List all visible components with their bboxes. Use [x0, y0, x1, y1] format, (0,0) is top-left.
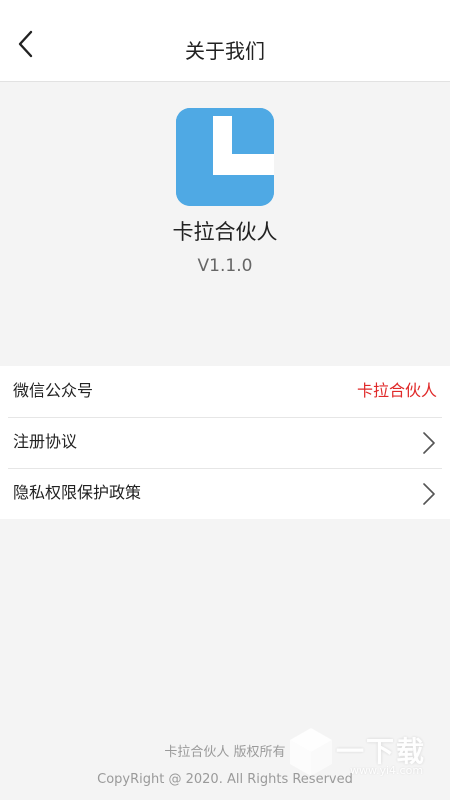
app-version: V1.1.0	[197, 256, 253, 276]
row-label: 隐私权限保护政策	[13, 483, 142, 502]
registration-agreement-row[interactable]: 注册协议	[0, 417, 450, 468]
row-label: 注册协议	[13, 432, 78, 451]
watermark-url: www.yi4.com	[350, 764, 424, 777]
watermark: 一下载 www.yi4.com	[286, 710, 450, 800]
app-name: 卡拉合伙人	[172, 220, 278, 244]
app-logo	[176, 108, 274, 206]
about-page: 关于我们 卡拉合伙人 V1.1.0 微信公众号 卡拉合伙人 注册协议 隐私权限保…	[0, 0, 450, 800]
wechat-account-value: 卡拉合伙人	[356, 381, 437, 400]
page-title: 关于我们	[185, 39, 265, 63]
chevron-right-icon	[423, 432, 435, 454]
row-label: 微信公众号	[13, 381, 94, 400]
cube-icon	[290, 728, 332, 776]
privacy-policy-row[interactable]: 隐私权限保护政策	[0, 468, 450, 519]
settings-list: 微信公众号 卡拉合伙人 注册协议 隐私权限保护政策	[0, 366, 450, 519]
chevron-right-icon	[423, 483, 435, 505]
navigation-bar: 关于我们	[0, 0, 450, 82]
wechat-official-account-row[interactable]: 微信公众号 卡拉合伙人	[0, 366, 450, 417]
